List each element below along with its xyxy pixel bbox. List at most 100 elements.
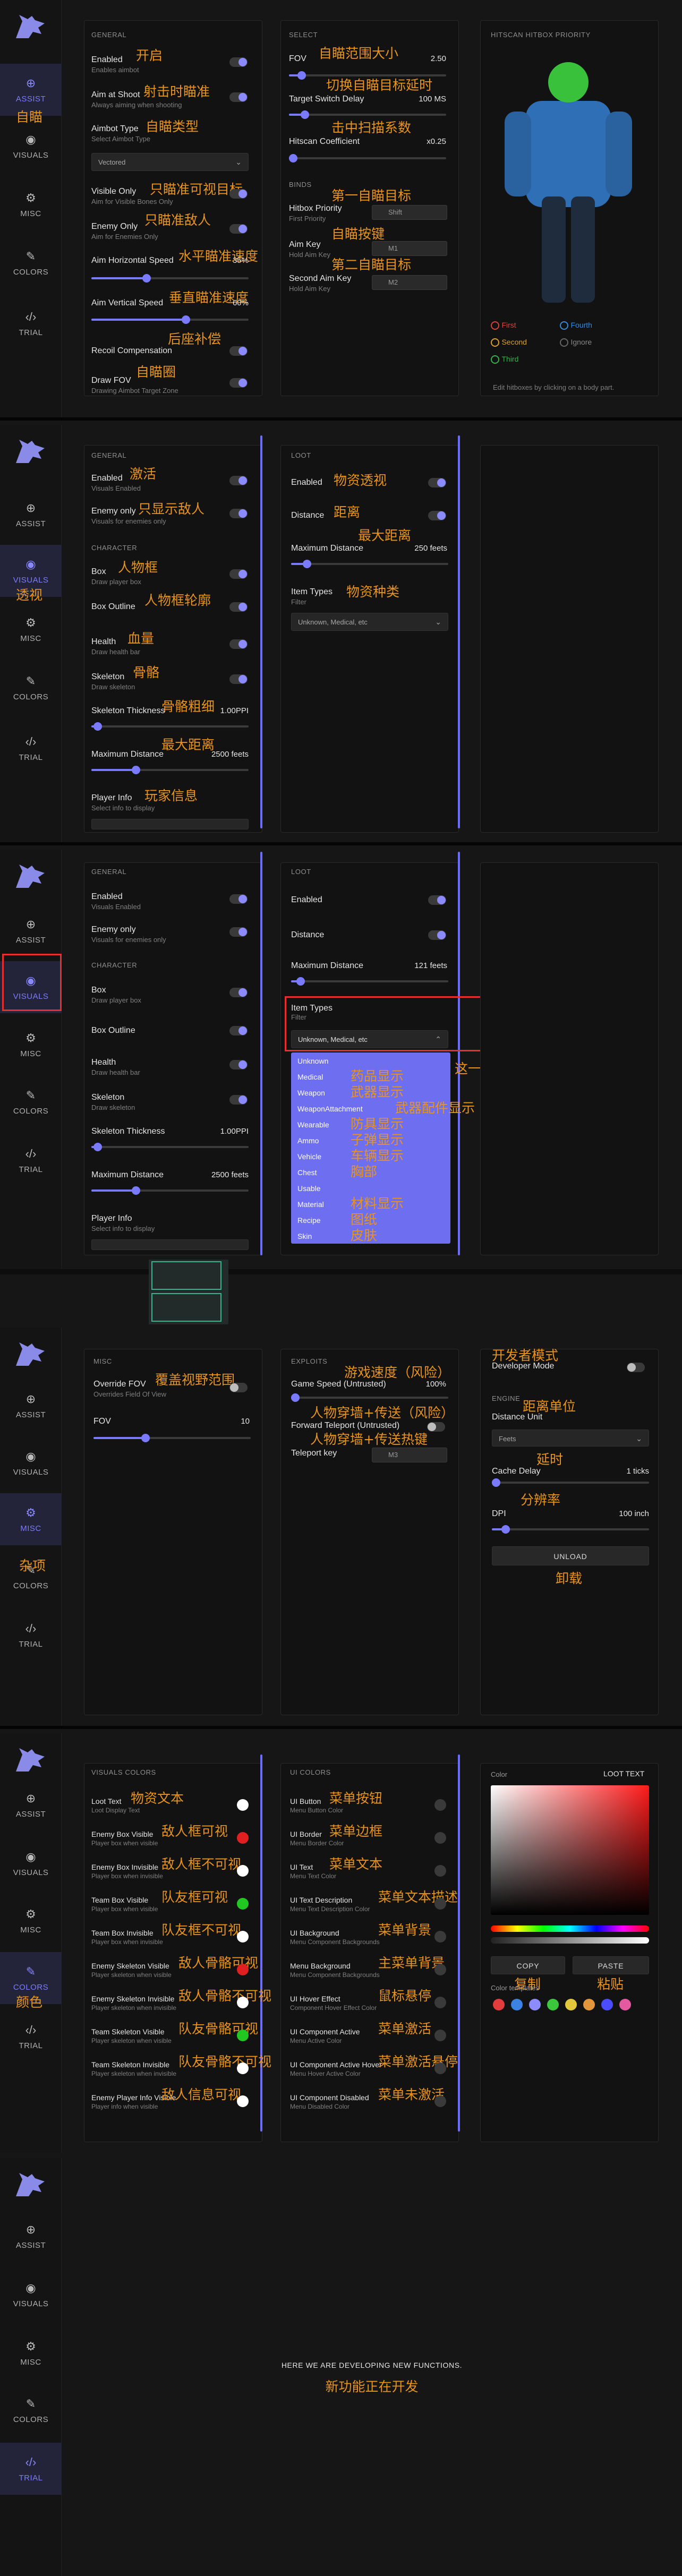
color-swatch[interactable]: [434, 1997, 446, 2008]
legend-second[interactable]: Second: [491, 338, 527, 347]
hitscan-slider[interactable]: [289, 154, 446, 162]
sidebar-item-trial[interactable]: ‹/› TRIAL: [0, 1609, 62, 1661]
item-type-option[interactable]: Ammo: [297, 1136, 319, 1145]
color-swatch[interactable]: [237, 2030, 249, 2041]
item-type-option[interactable]: WeaponAttachment: [297, 1105, 363, 1113]
visible-only-toggle[interactable]: [229, 189, 248, 199]
sidebar-item-assist[interactable]: ⊕ ASSIST: [0, 1779, 62, 1831]
legend-ignore[interactable]: Ignore: [560, 338, 592, 347]
switch-slider[interactable]: [289, 110, 446, 119]
loot-maxd-slider[interactable]: [291, 560, 448, 568]
enemy-only-toggle[interactable]: [229, 224, 248, 234]
copy-button[interactable]: COPY: [491, 1956, 565, 1974]
scrollbar[interactable]: [260, 435, 262, 828]
color-swatch[interactable]: [434, 2095, 446, 2107]
hitbox-priority-key[interactable]: Shift: [372, 205, 447, 220]
sidebar-item-visuals[interactable]: ◉ VISUALS: [0, 120, 62, 172]
max-distance-slider[interactable]: [91, 766, 249, 774]
player-info-select[interactable]: [91, 1239, 249, 1250]
sidebar-item-misc[interactable]: ⚙ MISC: [0, 178, 62, 230]
color-swatch[interactable]: [237, 1898, 249, 1910]
item-type-option[interactable]: Material: [297, 1200, 324, 1209]
box-toggle[interactable]: [229, 988, 248, 997]
sidebar-item-trial[interactable]: ‹/› TRIAL: [0, 722, 62, 774]
sidebar-item-trial[interactable]: ‹/› TRIAL: [0, 1134, 62, 1186]
box-toggle[interactable]: [229, 569, 248, 579]
item-type-option[interactable]: Vehicle: [297, 1152, 321, 1161]
enabled-toggle[interactable]: [229, 57, 248, 67]
template-swatch[interactable]: [619, 1999, 631, 2010]
color-swatch[interactable]: [434, 1799, 446, 1811]
health-toggle[interactable]: [229, 639, 248, 649]
scrollbar[interactable]: [458, 435, 460, 828]
enabled-toggle[interactable]: [229, 894, 248, 904]
sidebar-item-assist[interactable]: ⊕ ASSIST: [0, 2210, 62, 2262]
item-type-option[interactable]: Skin: [297, 1232, 312, 1240]
aim-key-key[interactable]: M1: [372, 241, 447, 256]
draw-fov-toggle[interactable]: [229, 378, 248, 388]
skeleton-toggle[interactable]: [229, 674, 248, 684]
sidebar-item-visuals[interactable]: ◉ VISUALS: [0, 2269, 62, 2321]
sidebar-item-colors[interactable]: ✎ COLORS: [0, 2384, 62, 2436]
game-speed-slider[interactable]: [291, 1393, 448, 1402]
recoil-toggle[interactable]: [229, 346, 248, 356]
forward-teleport-toggle[interactable]: [427, 1422, 445, 1432]
item-type-option[interactable]: Usable: [297, 1184, 321, 1193]
scrollbar[interactable]: [458, 852, 460, 1255]
sidebar-item-assist[interactable]: ⊕ ASSIST: [0, 1380, 62, 1432]
paste-button[interactable]: PASTE: [573, 1956, 649, 1974]
template-swatch[interactable]: [511, 1999, 523, 2010]
legend-fourth[interactable]: Fourth: [560, 321, 592, 330]
sidebar-item-visuals[interactable]: ◉ VISUALS: [0, 1437, 62, 1489]
color-swatch[interactable]: [237, 1997, 249, 2008]
player-model-image[interactable]: [494, 53, 643, 308]
color-swatch[interactable]: [237, 1865, 249, 1877]
color-swatch[interactable]: [237, 2062, 249, 2074]
sidebar-item-assist[interactable]: ⊕ ASSIST: [0, 64, 62, 116]
template-swatch[interactable]: [583, 1999, 595, 2010]
scrollbar[interactable]: [458, 1755, 460, 2132]
fov-slider[interactable]: [289, 71, 446, 80]
sidebar-item-colors[interactable]: ✎ COLORS: [0, 237, 62, 289]
color-swatch[interactable]: [237, 1832, 249, 1844]
item-type-option[interactable]: Weapon: [297, 1089, 325, 1097]
cache-delay-slider[interactable]: [492, 1478, 649, 1487]
item-type-option[interactable]: Unknown: [297, 1057, 328, 1065]
max-distance-slider[interactable]: [91, 1186, 249, 1195]
unload-button[interactable]: UNLOAD: [492, 1546, 649, 1565]
color-swatch[interactable]: [434, 2062, 446, 2074]
alpha-slider[interactable]: [491, 1937, 649, 1944]
sidebar-item-trial[interactable]: ‹/› TRIAL: [0, 2010, 62, 2062]
scrollbar[interactable]: [260, 852, 262, 1255]
color-gradient-area[interactable]: [491, 1785, 649, 1915]
loot-distance-toggle[interactable]: [428, 930, 446, 940]
override-fov-toggle[interactable]: [229, 1383, 248, 1392]
enabled-toggle[interactable]: [229, 476, 248, 485]
sidebar-item-assist[interactable]: ⊕ ASSIST: [0, 905, 62, 957]
legend-third[interactable]: Third: [491, 355, 518, 364]
enemy-only-toggle[interactable]: [229, 927, 248, 937]
developer-mode-toggle[interactable]: [627, 1363, 645, 1372]
sidebar-item-trial[interactable]: ‹/› TRIAL: [0, 2443, 62, 2495]
enemy-only-toggle[interactable]: [229, 509, 248, 518]
skeleton-toggle[interactable]: [229, 1095, 248, 1105]
distance-unit-select[interactable]: Feets ⌄: [492, 1430, 649, 1447]
box-outline-toggle[interactable]: [229, 1026, 248, 1035]
color-swatch[interactable]: [434, 1898, 446, 1910]
teleport-key-key[interactable]: M3: [372, 1448, 447, 1462]
color-swatch[interactable]: [237, 1964, 249, 1975]
dpi-slider[interactable]: [492, 1525, 649, 1534]
sidebar-item-colors[interactable]: ✎ COLORS: [0, 662, 62, 714]
aim-shoot-toggle[interactable]: [229, 92, 248, 102]
sidebar-item-misc[interactable]: ⚙ MISC: [0, 2327, 62, 2379]
hue-slider[interactable]: [491, 1925, 649, 1932]
item-type-option[interactable]: Chest: [297, 1168, 317, 1177]
color-swatch[interactable]: [237, 1931, 249, 1942]
item-type-option[interactable]: Recipe: [297, 1216, 321, 1225]
aimbot-type-select[interactable]: Vectored ⌄: [91, 153, 249, 171]
item-types-select[interactable]: Unknown, Medical, etc ⌃: [291, 1030, 448, 1048]
template-swatch[interactable]: [565, 1999, 577, 2010]
loot-enabled-toggle[interactable]: [428, 478, 446, 487]
loot-distance-toggle[interactable]: [428, 511, 446, 520]
sidebar-item-visuals[interactable]: ◉ VISUALS: [0, 1837, 62, 1889]
